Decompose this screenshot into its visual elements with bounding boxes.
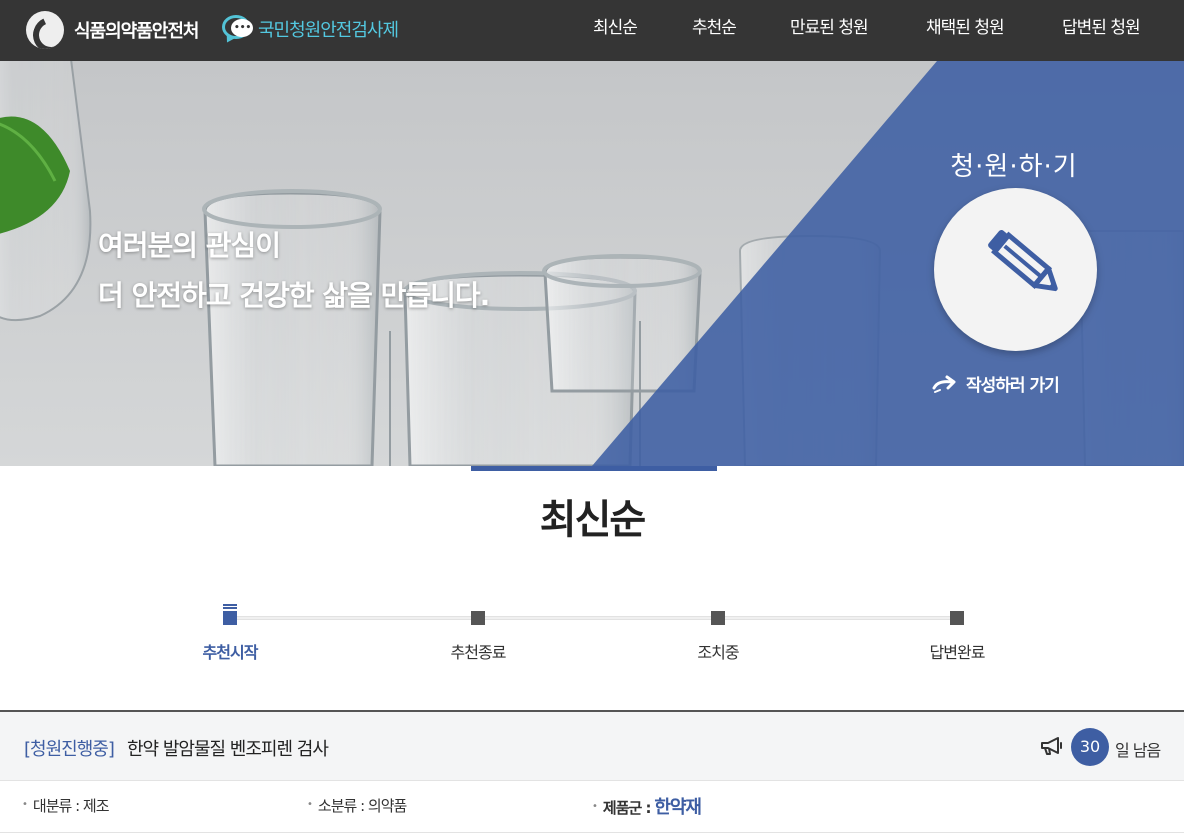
service-brand[interactable]: ••• 국민청원안전검사제 xyxy=(222,14,399,45)
days-left-badge: 30 xyxy=(1071,728,1109,766)
write-petition-button[interactable] xyxy=(934,188,1097,351)
step-label-answered: 답변완료 xyxy=(929,643,986,662)
nav-recommended[interactable]: 추천순 xyxy=(692,0,737,56)
hero-slogan: 여러분의 관심이 더 안전하고 건강한 삶을 만듭니다. xyxy=(98,221,490,321)
step-label-action: 조치중 xyxy=(697,643,739,662)
bullet-icon: • xyxy=(307,799,313,810)
steps-track xyxy=(230,616,958,620)
product-group-value: 한약재 xyxy=(654,797,702,818)
product-group-label: 제품군 : xyxy=(602,799,652,817)
petition-title[interactable]: 한약 발암물질 벤조피렌 검사 xyxy=(127,735,329,761)
nav-adopted[interactable]: 채택된 청원 xyxy=(926,0,1005,56)
step-marker-start xyxy=(223,604,237,625)
slogan-line-2: 더 안전하고 건강한 삶을 만듭니다. xyxy=(98,279,490,312)
nav-answered[interactable]: 답변된 청원 xyxy=(1062,0,1141,56)
nav-latest[interactable]: 최신순 xyxy=(593,0,638,56)
petition-minor-category: • 소분류 : 의약품 xyxy=(307,795,407,816)
step-label-end: 추천종료 xyxy=(450,643,507,662)
write-petition-title: 청·원·하·기 xyxy=(950,152,1078,182)
active-tab-indicator xyxy=(471,466,717,471)
write-link[interactable]: 작성하러 가기 xyxy=(932,371,1060,396)
days-left-suffix: 일 남음 xyxy=(1115,741,1161,760)
step-marker-end xyxy=(471,611,485,625)
petition-item-header[interactable]: [청원진행중] 한약 발암물질 벤조피렌 검사 30 일 남음 xyxy=(0,710,1184,781)
arrow-icon xyxy=(932,375,956,393)
hero-banner: 여러분의 관심이 더 안전하고 건강한 삶을 만듭니다. 청·원·하·기 작성하… xyxy=(0,61,1184,466)
org-logo[interactable]: 식품의약품안전처 xyxy=(26,11,199,49)
service-name: 국민청원안전검사제 xyxy=(258,20,399,41)
bullet-icon: • xyxy=(592,801,598,812)
government-logo-icon xyxy=(26,11,64,49)
speech-bubble-icon: ••• xyxy=(222,14,256,45)
divider xyxy=(0,832,1184,833)
megaphone-icon xyxy=(1041,737,1062,755)
bullet-icon: • xyxy=(22,799,28,810)
nav-expired[interactable]: 만료된 청원 xyxy=(790,0,869,56)
step-marker-action xyxy=(711,611,725,625)
step-marker-answered xyxy=(950,611,964,625)
step-label-start: 추천시작 xyxy=(202,643,259,662)
write-link-label: 작성하러 가기 xyxy=(966,376,1060,396)
top-header: 식품의약품안전처 ••• 국민청원안전검사제 최신순 추천순 만료된 청원 채택… xyxy=(0,0,1184,61)
slogan-line-1: 여러분의 관심이 xyxy=(98,229,281,262)
org-name: 식품의약품안전처 xyxy=(74,21,199,42)
petition-product-group: • 제품군 : 한약재 xyxy=(592,793,702,819)
section-title: 최신순 xyxy=(539,497,646,543)
minor-category-text: 소분류 : 의약품 xyxy=(317,797,407,815)
petition-major-category: • 대분류 : 제조 xyxy=(22,795,109,816)
petition-status: [청원진행중] xyxy=(24,739,115,760)
pencil-icon xyxy=(988,229,1058,292)
major-category-text: 대분류 : 제조 xyxy=(32,797,110,815)
